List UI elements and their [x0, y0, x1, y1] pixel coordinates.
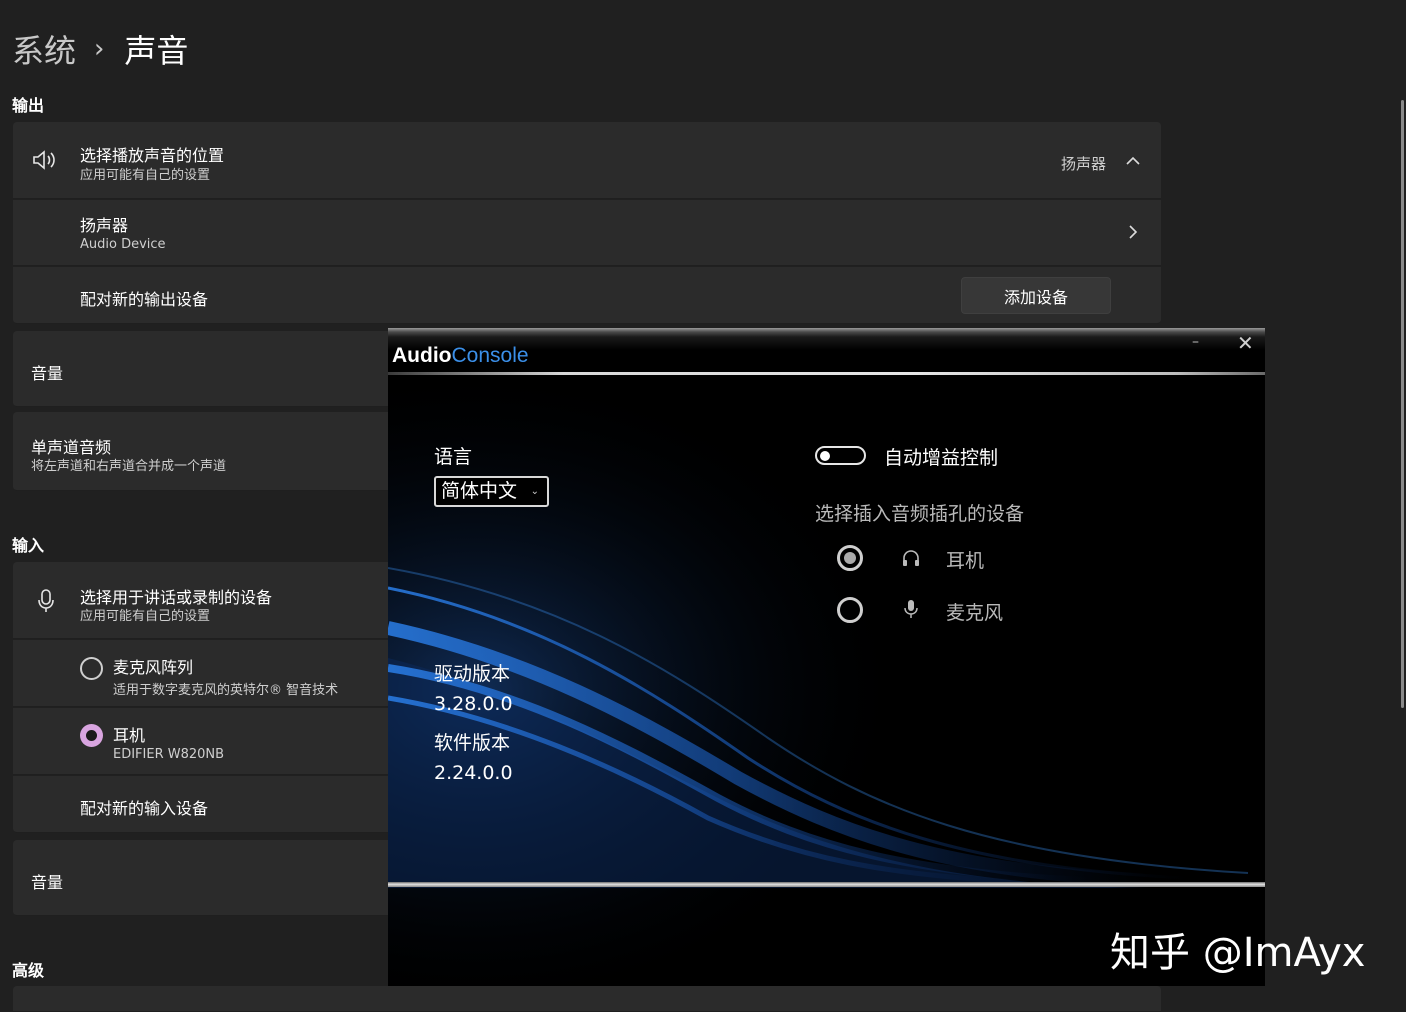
speaker-icon [31, 148, 59, 176]
logo-console: Console [451, 344, 529, 367]
jack-headphones-radio[interactable] [837, 545, 863, 571]
agc-label: 自动增益控制 [884, 447, 999, 469]
language-select[interactable]: 简体中文 ⌄ [434, 476, 549, 507]
mono-audio-subtitle: 将左声道和右声道合并成一个声道 [31, 459, 227, 474]
bottom-divider [388, 882, 1265, 887]
output-speaker-item[interactable]: 扬声器 Audio Device [13, 200, 1161, 266]
pair-input-label: 配对新的输入设备 [80, 799, 209, 818]
add-device-button[interactable]: 添加设备 [961, 277, 1111, 314]
headphones-radio[interactable] [80, 724, 103, 747]
speaker-subtitle: Audio Device [80, 237, 166, 252]
jack-microphone-label: 麦克风 [946, 602, 1004, 624]
output-device-subtitle: 应用可能有自己的设置 [80, 168, 211, 183]
headphones-subtitle: EDIFIER W820NB [113, 747, 225, 762]
output-current-device: 扬声器 [1061, 155, 1107, 173]
minimize-button[interactable]: – [1192, 334, 1199, 350]
page-scrollbar[interactable] [1401, 100, 1404, 708]
driver-version-value: 3.28.0.0 [434, 693, 513, 715]
jack-device-label: 选择插入音频插孔的设备 [815, 503, 1025, 525]
dropdown-caret-icon: ⌄ [530, 486, 539, 497]
software-version-label: 软件版本 [434, 732, 511, 754]
chevron-up-icon[interactable] [1125, 152, 1141, 171]
close-button[interactable]: ✕ [1237, 331, 1254, 355]
language-value: 简体中文 [441, 480, 518, 502]
output-volume-label: 音量 [31, 364, 64, 383]
software-version-value: 2.24.0.0 [434, 762, 513, 784]
breadcrumb: 系统 › 声音 [12, 26, 188, 72]
mic-array-radio[interactable] [80, 657, 103, 680]
driver-version-label: 驱动版本 [434, 663, 511, 685]
advanced-section-label: 高级 [12, 961, 45, 980]
logo-audio: Audio [392, 344, 452, 367]
titlebar-divider [388, 372, 1265, 375]
watermark: 知乎 @ImAyx [1110, 930, 1366, 976]
jack-headphones-label: 耳机 [946, 550, 985, 572]
mic-array-subtitle: 适用于数字麦克风的英特尔® 智音技术 [113, 683, 339, 698]
chevron-right-icon[interactable] [1127, 224, 1139, 244]
output-device-selector[interactable]: 选择播放声音的位置 应用可能有自己的设置 扬声器 [13, 122, 1161, 199]
toggle-knob [820, 451, 830, 461]
headphones-icon [901, 548, 921, 572]
language-label: 语言 [434, 446, 473, 468]
advanced-row[interactable] [13, 986, 1161, 1012]
audio-console-logo: AudioConsole [392, 344, 529, 368]
agc-toggle[interactable] [815, 446, 866, 465]
pair-output-label: 配对新的输出设备 [80, 290, 209, 309]
breadcrumb-system[interactable]: 系统 [12, 26, 76, 72]
headphones-title: 耳机 [113, 726, 146, 745]
microphone-icon [37, 588, 55, 618]
output-device-title: 选择播放声音的位置 [80, 146, 225, 165]
blue-wave-background [388, 328, 1265, 986]
output-section-label: 输出 [12, 96, 45, 115]
input-volume-label: 音量 [31, 873, 64, 892]
page-title: 声音 [124, 32, 189, 70]
input-section-label: 输入 [12, 536, 45, 555]
microphone-icon [904, 599, 918, 623]
input-device-subtitle: 应用可能有自己的设置 [80, 609, 211, 624]
mic-array-title: 麦克风阵列 [113, 658, 194, 677]
audio-console-window: AudioConsole – ✕ 语言 简体中文 ⌄ 自动增益控制 选择插入音频… [388, 328, 1265, 986]
breadcrumb-separator: › [94, 34, 105, 64]
jack-microphone-radio[interactable] [837, 597, 863, 623]
speaker-title: 扬声器 [80, 216, 129, 235]
